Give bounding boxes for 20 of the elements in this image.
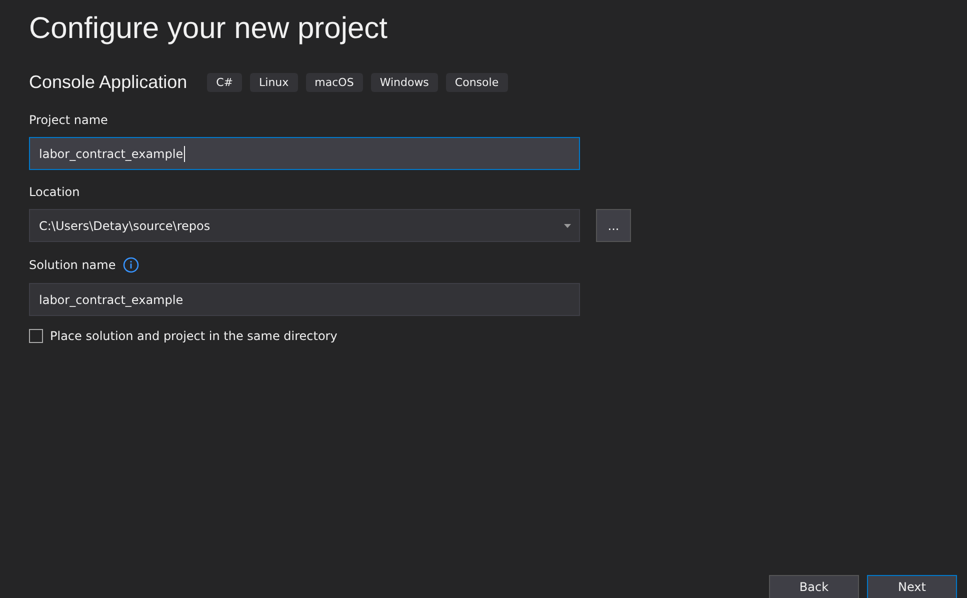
browse-button[interactable]: ...	[596, 209, 631, 242]
field-label: Location	[29, 185, 80, 199]
next-button[interactable]: Next	[867, 575, 957, 598]
tag: Windows	[370, 73, 438, 92]
tag: macOS	[306, 73, 363, 92]
input-field[interactable]: labor_contract_example	[29, 137, 580, 170]
page-title: Configure your new project	[29, 12, 389, 46]
input-field[interactable]: labor_contract_example	[29, 283, 580, 316]
checkbox-label: Place solution and project in the same directory	[50, 329, 338, 343]
dropdown-arrow-icon	[564, 224, 571, 228]
field-label: Project name	[29, 113, 108, 127]
checkbox[interactable]	[29, 329, 43, 343]
tag: C#	[207, 73, 242, 92]
tag: Linux	[250, 73, 298, 92]
field-label: Solution name	[29, 258, 116, 272]
tag: Console	[446, 73, 508, 92]
back-button[interactable]: Back	[769, 575, 859, 598]
location-dropdown[interactable]: C:\Users\Detay\source\repos	[29, 209, 580, 242]
info-icon[interactable]	[122, 257, 139, 273]
template-name: Console Application	[29, 72, 188, 93]
